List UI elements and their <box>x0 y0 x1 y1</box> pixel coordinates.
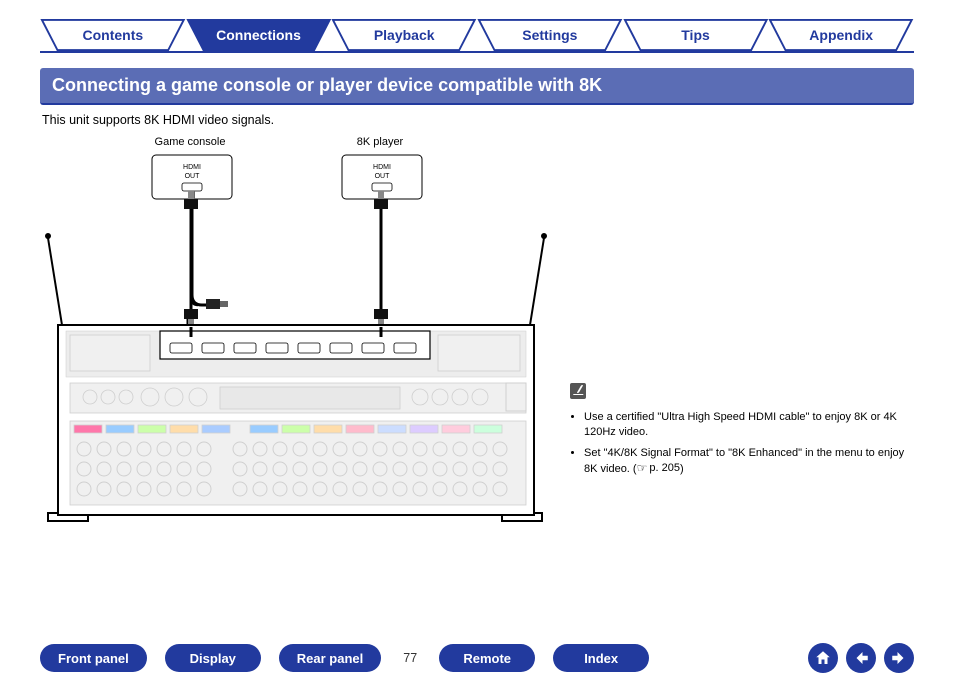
8k-player-label: 8K player <box>357 136 404 148</box>
notes-column: Use a certified "Ultra High Speed HDMI c… <box>570 133 914 483</box>
remote-button[interactable]: Remote <box>439 644 535 672</box>
tab-connections[interactable]: Connections <box>186 18 332 52</box>
tab-tips-label: Tips <box>681 27 710 43</box>
tab-tips[interactable]: Tips <box>623 18 769 52</box>
display-button[interactable]: Display <box>165 644 261 672</box>
tab-settings[interactable]: Settings <box>477 18 623 52</box>
arrow-right-icon <box>890 649 908 667</box>
pointing-hand-icon: ☞ <box>637 460 648 476</box>
game-console-label: Game console <box>155 136 226 148</box>
nav-icons <box>808 643 914 673</box>
notes-list: Use a certified "Ultra High Speed HDMI c… <box>570 410 914 477</box>
prev-page-button[interactable] <box>846 643 876 673</box>
tab-playback[interactable]: Playback <box>331 18 477 52</box>
note-icon <box>570 383 586 399</box>
tab-settings-label: Settings <box>522 27 577 43</box>
tab-connections-label: Connections <box>216 27 301 43</box>
tab-underline <box>40 51 914 53</box>
page-number: 77 <box>403 651 417 665</box>
front-panel-button[interactable]: Front panel <box>40 644 147 672</box>
bottom-bar: Front panel Display Rear panel 77 Remote… <box>0 643 954 673</box>
rear-panel-button[interactable]: Rear panel <box>279 644 381 672</box>
svg-text:OUT: OUT <box>375 173 391 180</box>
connection-diagram: Game console HDMI OUT 8K player HDMI OUT <box>40 133 550 533</box>
svg-text:OUT: OUT <box>185 173 201 180</box>
page-content: Connecting a game console or player devi… <box>0 52 954 533</box>
page-title: Connecting a game console or player devi… <box>40 68 914 105</box>
arrow-left-icon <box>852 649 870 667</box>
svg-text:HDMI: HDMI <box>183 164 201 171</box>
tab-appendix-label: Appendix <box>809 27 873 43</box>
note-item-2: Set "4K/8K Signal Format" to "8K Enhance… <box>584 446 914 478</box>
tab-playback-label: Playback <box>374 27 435 43</box>
next-page-button[interactable] <box>884 643 914 673</box>
tab-contents[interactable]: Contents <box>40 18 186 52</box>
receiver-rear-panel <box>45 233 547 521</box>
page-reference-link[interactable]: ☞ p. 205 <box>637 460 680 476</box>
note-item-1: Use a certified "Ultra High Speed HDMI c… <box>584 410 914 440</box>
top-tabs: Contents Connections Playback Settings T… <box>0 18 954 52</box>
home-button[interactable] <box>808 643 838 673</box>
index-button[interactable]: Index <box>553 644 649 672</box>
tab-contents-label: Contents <box>83 27 144 43</box>
intro-text: This unit supports 8K HDMI video signals… <box>42 113 912 127</box>
svg-text:HDMI: HDMI <box>373 164 391 171</box>
tab-appendix[interactable]: Appendix <box>768 18 914 52</box>
home-icon <box>814 649 832 667</box>
